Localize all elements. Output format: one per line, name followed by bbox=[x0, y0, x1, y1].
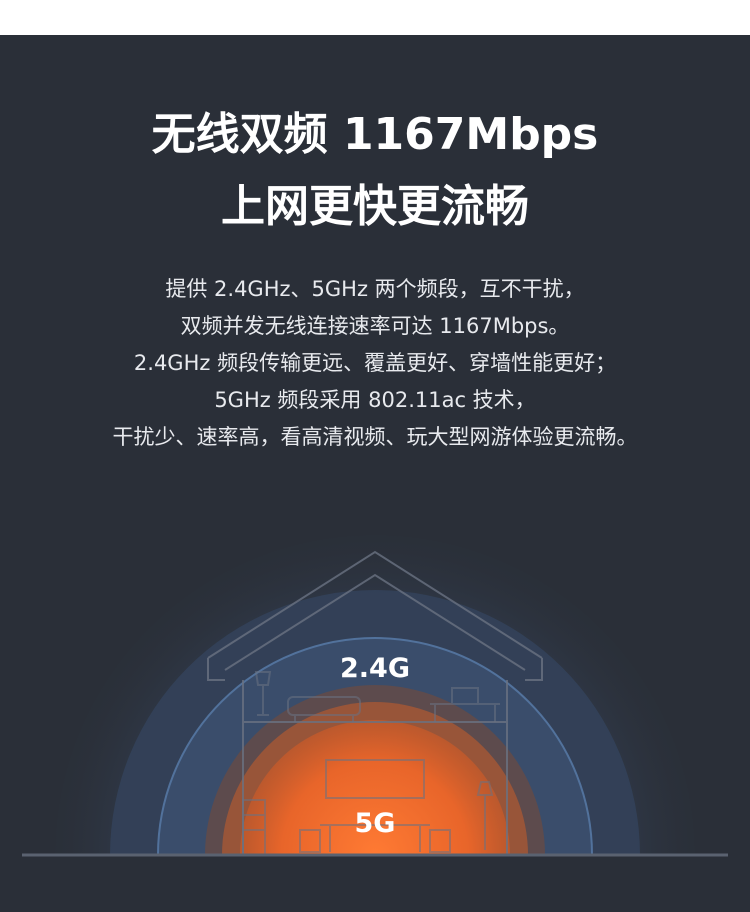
wifi-coverage-graphic: 2.4G 5G bbox=[22, 535, 728, 857]
feature-title-line2: 上网更快更流畅 bbox=[221, 181, 529, 232]
description-line: 2.4GHz 频段传输更远、覆盖更好、穿墙性能更好； bbox=[133, 351, 617, 375]
feature-description: 提供 2.4GHz、5GHz 两个频段，互不干扰， 双频并发无线连接速率可达 1… bbox=[0, 271, 750, 456]
description-line: 双频并发无线连接速率可达 1167Mbps。 bbox=[180, 314, 570, 338]
dual-band-illustration: 2.4G 5G bbox=[0, 490, 750, 912]
band-5g-label: 5G bbox=[355, 808, 396, 839]
page: 无线双频 1167Mbps 上网更快更流畅 提供 2.4GHz、5GHz 两个频… bbox=[0, 0, 750, 912]
description-line: 干扰少、速率高，看高清视频、玩大型网游体验更流畅。 bbox=[112, 425, 638, 449]
feature-panel: 无线双频 1167Mbps 上网更快更流畅 提供 2.4GHz、5GHz 两个频… bbox=[0, 35, 750, 912]
description-line: 提供 2.4GHz、5GHz 两个频段，互不干扰， bbox=[165, 277, 585, 301]
feature-title-line1: 无线双频 1167Mbps bbox=[151, 109, 599, 160]
band-24g-label: 2.4G bbox=[340, 653, 410, 684]
description-line: 5GHz 频段采用 802.11ac 技术， bbox=[214, 388, 536, 412]
